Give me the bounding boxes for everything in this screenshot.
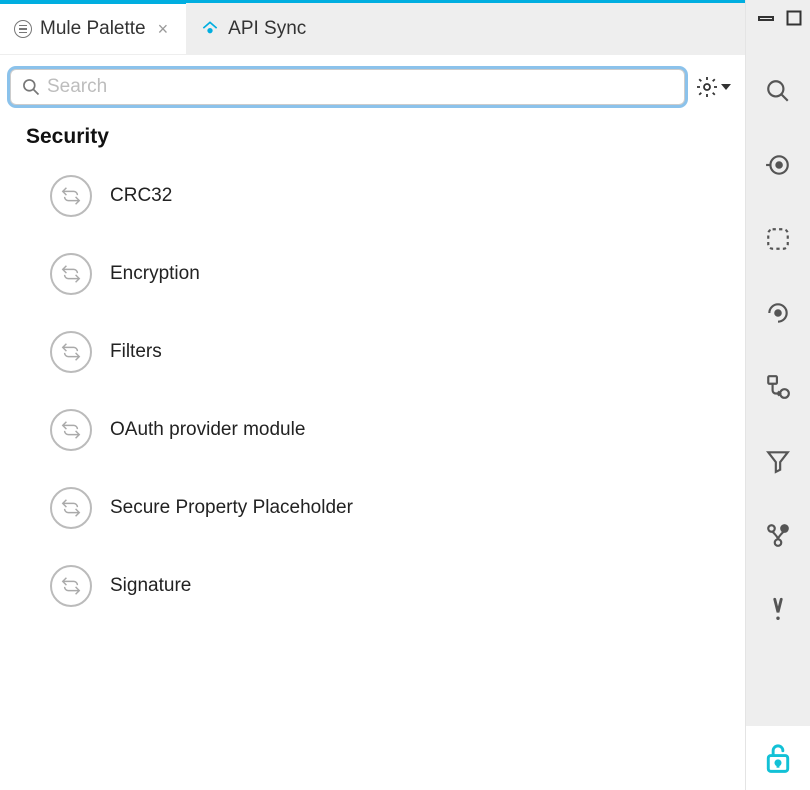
- target-icon[interactable]: [764, 151, 792, 179]
- panel-content: Security CRC32 Encryption Filters: [0, 55, 745, 790]
- list-item[interactable]: Signature: [50, 555, 745, 633]
- flow-icon[interactable]: [764, 373, 792, 401]
- category-title: Security: [0, 119, 745, 159]
- filter-icon[interactable]: [764, 447, 792, 475]
- lock-panel[interactable]: [746, 726, 810, 790]
- gear-icon: [695, 75, 719, 99]
- search-tool-icon[interactable]: [764, 77, 792, 105]
- search-row: [0, 55, 745, 119]
- transform-icon: [50, 487, 92, 529]
- search-icon: [21, 77, 41, 97]
- item-label: Signature: [110, 575, 191, 597]
- unlock-icon: [763, 741, 793, 775]
- tab-mule-palette[interactable]: Mule Palette ×: [0, 2, 186, 54]
- list-item[interactable]: OAuth provider module: [50, 399, 745, 477]
- branch-icon[interactable]: [764, 521, 792, 549]
- chevron-down-icon: [721, 84, 731, 90]
- transform-icon: [50, 409, 92, 451]
- api-sync-icon: [200, 19, 220, 39]
- list-item[interactable]: Filters: [50, 321, 745, 399]
- maximize-icon[interactable]: [786, 10, 802, 31]
- transform-icon: [50, 175, 92, 217]
- settings-dropdown-button[interactable]: [691, 71, 735, 103]
- tab-label: API Sync: [228, 18, 306, 40]
- close-icon[interactable]: ×: [154, 19, 173, 40]
- tab-label: Mule Palette: [40, 18, 146, 40]
- item-label: Secure Property Placeholder: [110, 497, 353, 519]
- window-controls: [746, 0, 810, 41]
- item-label: Encryption: [110, 263, 200, 285]
- item-label: Filters: [110, 341, 162, 363]
- transform-icon: [50, 565, 92, 607]
- dashed-box-icon[interactable]: [764, 225, 792, 253]
- sidebar-icon-strip: [746, 41, 810, 623]
- tab-bar: Mule Palette × API Sync: [0, 0, 745, 55]
- right-sidebar: [745, 0, 810, 790]
- transform-icon: [50, 253, 92, 295]
- search-input[interactable]: [41, 76, 674, 98]
- item-list: CRC32 Encryption Filters OAuth provider …: [0, 159, 745, 633]
- main-panel: Mule Palette × API Sync: [0, 0, 745, 790]
- alert-icon[interactable]: [764, 595, 792, 623]
- search-field-wrap[interactable]: [10, 69, 685, 105]
- item-label: OAuth provider module: [110, 419, 305, 441]
- transform-icon: [50, 331, 92, 373]
- item-label: CRC32: [110, 185, 172, 207]
- minimize-icon[interactable]: [758, 10, 776, 31]
- list-item[interactable]: CRC32: [50, 165, 745, 243]
- progress-icon[interactable]: [764, 299, 792, 327]
- list-item[interactable]: Secure Property Placeholder: [50, 477, 745, 555]
- tab-api-sync[interactable]: API Sync: [186, 3, 320, 55]
- list-item[interactable]: Encryption: [50, 243, 745, 321]
- list-circle-icon: [14, 20, 32, 38]
